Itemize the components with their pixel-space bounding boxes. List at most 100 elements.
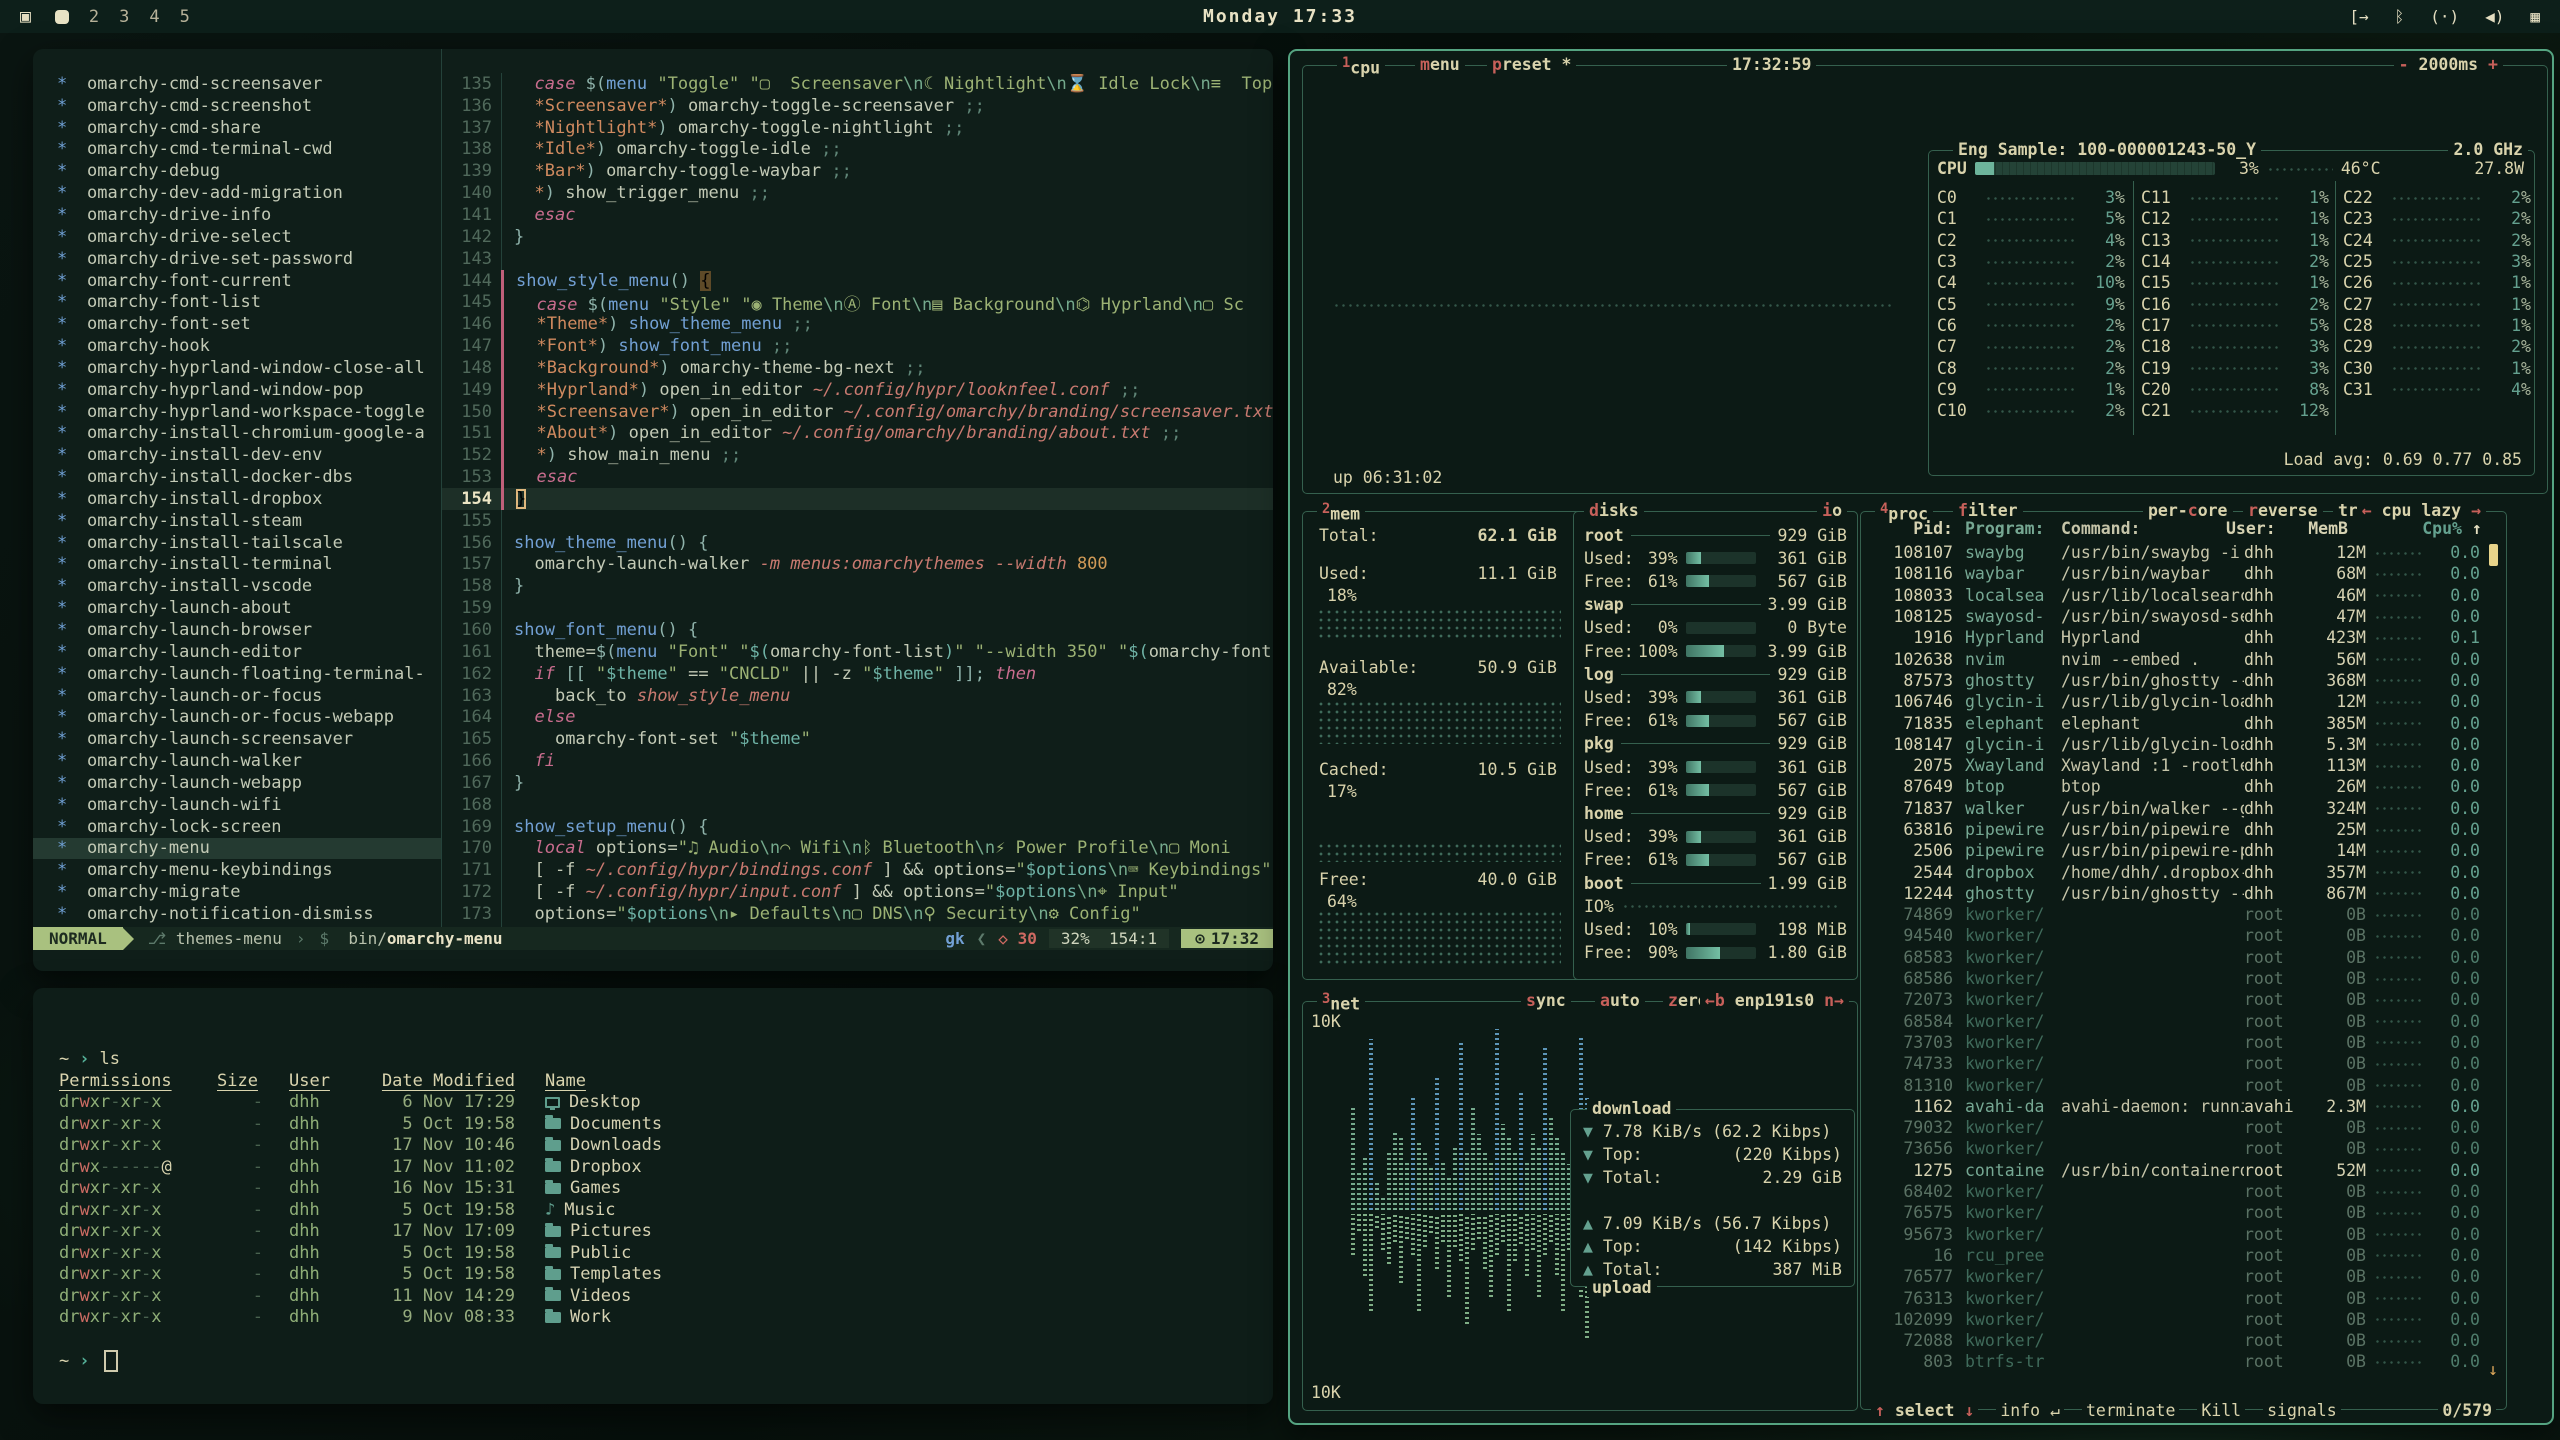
workspace-2[interactable]: 2 [89,7,99,27]
code-line[interactable]: 152 *) show_main_menu ;; [442,444,1273,466]
proc-header[interactable]: Pid: Program: Command: User: MemB Cpu% ↑ [1869,518,2480,539]
code-line[interactable]: 172 [ -f ~/.config/hypr/input.conf ] && … [442,881,1273,903]
code-line[interactable]: 147 *Font*) show_font_menu ;; [442,335,1273,357]
file-item[interactable]: *omarchy-lock-screen [33,816,441,838]
code-line[interactable]: 166 fi [442,750,1273,772]
file-item[interactable]: *omarchy-cmd-screensaver [33,73,441,95]
code-line[interactable]: 135 case $(menu "Toggle" "▢ Screensaver\… [442,73,1273,95]
file-item[interactable]: *omarchy-install-tailscale [33,532,441,554]
file-item[interactable]: *omarchy-launch-wifi [33,794,441,816]
code-line[interactable]: 141 esac [442,204,1273,226]
volume-icon[interactable]: ◀) [2485,7,2504,26]
file-item[interactable]: *omarchy-install-vscode [33,575,441,597]
workspace-3[interactable]: 3 [119,7,129,27]
process-row[interactable]: 63816pipewire/usr/bin/pipewiredhh25M0.0 [1869,819,2480,840]
file-item[interactable]: *omarchy-drive-set-password [33,248,441,270]
code-line[interactable]: 159 [442,597,1273,619]
cpu-box-title[interactable]: 1cpu [1337,55,1385,78]
code-line[interactable]: 151 *About*) open_in_editor ~/.config/om… [442,423,1273,445]
code-line[interactable]: 139 *Bar*) omarchy-toggle-waybar ;; [442,160,1273,182]
git-branch[interactable]: ⎇ themes-menu [148,929,282,948]
code-line[interactable]: 144show_style_menu() { [442,270,1273,292]
code-line[interactable]: 142} [442,226,1273,248]
file-item[interactable]: *omarchy-install-docker-dbs [33,466,441,488]
process-row[interactable]: 68583kworker/root0B0.0 [1869,947,2480,968]
file-item[interactable]: *omarchy-launch-or-focus [33,685,441,707]
code-area[interactable]: 135 case $(menu "Toggle" "▢ Screensaver\… [442,73,1273,947]
process-row[interactable]: 76313kworker/root0B0.0 [1869,1287,2480,1308]
file-item[interactable]: *omarchy-cmd-share [33,117,441,139]
file-item[interactable]: *omarchy-font-current [33,270,441,292]
net-interface[interactable]: ←b enp191s0 n→ [1700,991,1849,1010]
code-line[interactable]: 136 *Screensaver*) omarchy-toggle-screen… [442,95,1273,117]
workspace-active[interactable] [55,10,69,24]
menu-button[interactable]: menu [1415,55,1465,74]
file-item[interactable]: *omarchy-notification-dismiss [33,903,441,925]
table-row[interactable]: drwxr-xr-x-dhh5 Oct 19:58Public [59,1242,1257,1264]
file-item[interactable]: *omarchy-drive-select [33,226,441,248]
file-item[interactable]: *omarchy-hyprland-window-pop [33,379,441,401]
process-row[interactable]: 2506pipewire/usr/bin/pipewire-pulsedhh14… [1869,840,2480,861]
process-row[interactable]: 102099kworker/root0B0.0 [1869,1309,2480,1330]
code-line[interactable]: 164 else [442,706,1273,728]
process-row[interactable]: 1162avahi-daavahi-daemon: running [avahi… [1869,1096,2480,1117]
process-row[interactable]: 1275containe/usr/bin/containerdroot52M0.… [1869,1160,2480,1181]
file-item[interactable]: *omarchy-install-chromium-google-a [33,423,441,445]
code-line[interactable]: 157 omarchy-launch-walker -m menus:omarc… [442,554,1273,576]
process-row[interactable]: 71837walker/usr/bin/walker --gappldhh324… [1869,798,2480,819]
code-line[interactable]: 137 *Nightlight*) omarchy-toggle-nightli… [442,117,1273,139]
code-line[interactable]: 168 [442,794,1273,816]
code-line[interactable]: 155 [442,510,1273,532]
code-line[interactable]: 163 back_to show_style_menu [442,685,1273,707]
cpu-icon[interactable]: ▦ [2530,7,2540,26]
signals-key[interactable]: signals [2263,1401,2341,1420]
process-row[interactable]: 76575kworker/root0B0.0 [1869,1202,2480,1223]
terminal-window-shell[interactable]: ~›lsPermissionsSizeUserDate ModifiedName… [33,988,1273,1404]
process-row[interactable]: 74869kworker/root0B0.0 [1869,904,2480,925]
scroll-down-icon[interactable]: ↓ [2488,1360,2498,1379]
code-line[interactable]: 165 omarchy-font-set "$theme" [442,728,1273,750]
code-line[interactable]: 154} [442,488,1273,510]
file-item[interactable]: *omarchy-launch-screensaver [33,728,441,750]
process-row[interactable]: 12244ghostty/usr/bin/ghostty --gtk-dhh86… [1869,883,2480,904]
code-line[interactable]: 145 case $(menu "Style" "◉ Theme\nⒶ Font… [442,291,1273,313]
io-toggle[interactable]: io [1817,501,1847,520]
file-item[interactable]: *omarchy-cmd-screenshot [33,95,441,117]
code-line[interactable]: 160show_font_menu() { [442,619,1273,641]
plugin-count[interactable]: ◇ 30 [998,929,1037,948]
mem-box-title[interactable]: 2mem [1317,501,1365,524]
table-row[interactable]: drwxr-xr-x-dhh16 Nov 15:31Games [59,1178,1257,1200]
code-line[interactable]: 169show_setup_menu() { [442,816,1273,838]
proc-scrollbar[interactable] [2489,544,2498,566]
table-row[interactable]: drwxr-xr-x-dhh9 Nov 08:33Work [59,1307,1257,1329]
process-row[interactable]: 68402kworker/root0B0.0 [1869,1181,2480,1202]
table-row[interactable]: drwxr-xr-x-dhh6 Nov 17:29Desktop [59,1092,1257,1114]
process-row[interactable]: 108107swaybg/usr/bin/swaybg -i /homdhh12… [1869,542,2480,563]
file-item[interactable]: *omarchy-menu [33,838,441,860]
table-row[interactable]: drwxr-xr-x-dhh11 Nov 14:29Videos [59,1285,1257,1307]
file-item[interactable]: *omarchy-hook [33,335,441,357]
process-row[interactable]: 102638nvimnvim --embed .dhh56M0.0 [1869,648,2480,669]
process-row[interactable]: 87573ghostty/usr/bin/ghostty --gtk-dhh36… [1869,670,2480,691]
process-row[interactable]: 73656kworker/root0B0.0 [1869,1138,2480,1159]
process-row[interactable]: 87649btopbtopdhh26M0.0 [1869,776,2480,797]
process-row[interactable]: 94540kworker/root0B0.0 [1869,925,2480,946]
code-line[interactable]: 143 [442,248,1273,270]
code-line[interactable]: 153 esac [442,466,1273,488]
process-row[interactable]: 68586kworker/root0B0.0 [1869,968,2480,989]
net-box-title[interactable]: 3net [1317,991,1365,1014]
process-row[interactable]: 72088kworker/root0B0.0 [1869,1330,2480,1351]
code-line[interactable]: 148 *Background*) omarchy-theme-bg-next … [442,357,1273,379]
code-line[interactable]: 171 [ -f ~/.config/hypr/bindings.conf ] … [442,859,1273,881]
net-sync-button[interactable]: sync [1521,991,1571,1010]
code-line[interactable]: 162 if [[ "$theme" == "CNCLD" || -z "$th… [442,663,1273,685]
file-item[interactable]: *omarchy-debug [33,160,441,182]
code-line[interactable]: 150 *Screensaver*) open_in_editor ~/.con… [442,401,1273,423]
file-item[interactable]: *omarchy-launch-or-focus-webapp [33,706,441,728]
code-line[interactable]: 173 options="$options\n▸ Defaults\n▢ DNS… [442,903,1273,925]
process-row[interactable]: 108116waybar/usr/bin/waybardhh68M0.0 [1869,563,2480,584]
file-item[interactable]: *omarchy-font-set [33,313,441,335]
refresh-rate[interactable]: - 2000ms + [2394,55,2503,74]
file-item[interactable]: *omarchy-migrate [33,881,441,903]
bluetooth-icon[interactable]: ᛒ [2395,7,2405,26]
